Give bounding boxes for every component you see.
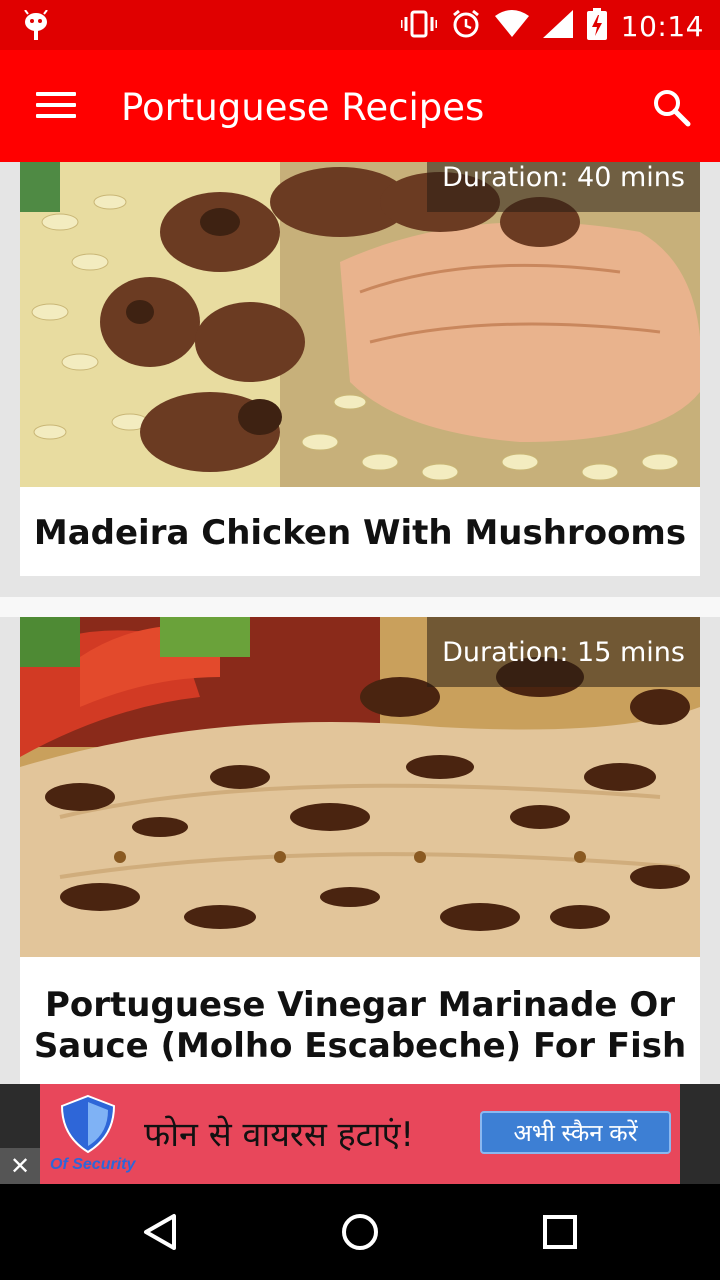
back-icon[interactable]	[138, 1210, 182, 1254]
duration-badge: Duration: 40 mins	[427, 162, 700, 212]
shield-icon	[58, 1094, 118, 1154]
ad-text: फोन से वायरस हटाएं!	[144, 1115, 415, 1155]
recipe-card[interactable]: Duration: 40 mins Madeira Chicken With M…	[20, 162, 700, 576]
vibrate-icon	[399, 10, 439, 43]
android-debug-icon	[22, 9, 50, 47]
ad-cta-button[interactable]: अभी स्कैन करें	[480, 1111, 671, 1154]
recipe-card[interactable]: Duration: 15 mins Portuguese Vinegar Mar…	[20, 617, 700, 1084]
navigation-bar	[0, 1184, 720, 1280]
recipe-list[interactable]: Duration: 40 mins Madeira Chicken With M…	[0, 162, 720, 1084]
status-bar: 10:14	[0, 0, 720, 50]
status-time: 10:14	[620, 10, 704, 43]
battery-charging-icon	[586, 8, 607, 45]
app-bar: Portuguese Recipes	[0, 50, 720, 162]
home-icon[interactable]	[338, 1210, 382, 1254]
recipe-title: Portuguese Vinegar Marinade Or Sauce (Mo…	[33, 985, 687, 1066]
search-icon[interactable]	[650, 86, 694, 130]
ad-banner[interactable]: Of Security फोन से वायरस हटाएं! अभी स्कै…	[40, 1084, 680, 1184]
ad-brand: Of Security	[50, 1156, 136, 1173]
recipe-title: Madeira Chicken With Mushrooms	[33, 513, 687, 553]
menu-icon[interactable]	[36, 92, 76, 122]
ad-container: ✕ Of Security फोन से वायरस हटाएं! अभी स्…	[0, 1084, 720, 1184]
signal-icon	[542, 10, 573, 43]
list-divider	[0, 597, 720, 617]
wifi-icon	[494, 10, 529, 43]
ad-close-button[interactable]: ✕	[0, 1148, 40, 1184]
duration-badge: Duration: 15 mins	[427, 617, 700, 687]
recipe-photo: Duration: 40 mins	[20, 162, 700, 487]
recipe-photo: Duration: 15 mins	[20, 617, 700, 957]
app-title: Portuguese Recipes	[121, 86, 485, 129]
recents-icon[interactable]	[538, 1210, 582, 1254]
alarm-icon	[451, 9, 481, 44]
